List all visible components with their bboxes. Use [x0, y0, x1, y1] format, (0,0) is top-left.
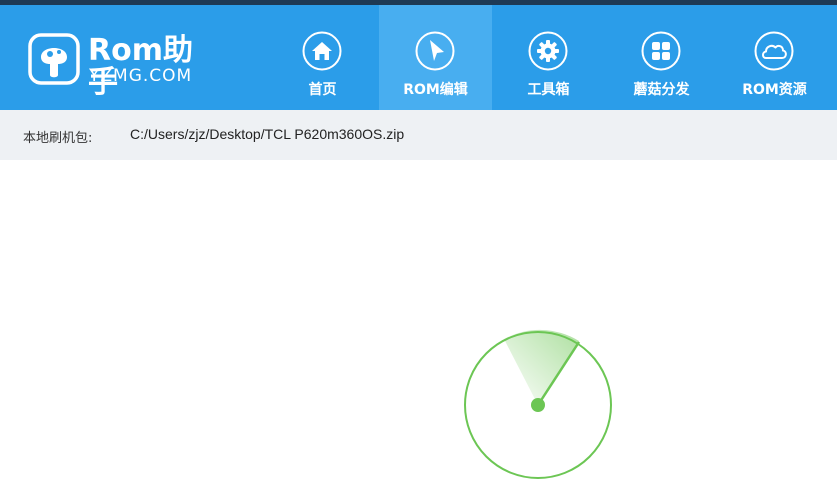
tab-home[interactable]: 首页 [266, 5, 379, 110]
gear-icon [528, 31, 568, 71]
tab-mogu-distribute[interactable]: 蘑菇分发 [605, 5, 718, 110]
tab-toolbox[interactable]: 工具箱 [492, 5, 605, 110]
local-package-path: C:/Users/zjz/Desktop/TCL P620m360OS.zip [130, 126, 405, 142]
main-nav: 首页 ROM编辑 工具箱 蘑菇分发 ROM资源 [266, 5, 831, 110]
grid-icon [641, 31, 681, 71]
tab-rom-edit[interactable]: ROM编辑 [379, 5, 492, 110]
cursor-arrow-icon [415, 31, 455, 71]
tab-rom-edit-label: ROM编辑 [403, 82, 468, 98]
tab-toolbox-label: 工具箱 [527, 82, 570, 98]
local-package-label: 本地刷机包: [23, 131, 93, 146]
app-logo: Rom助手 YZMG.COM [28, 33, 218, 99]
tab-home-label: 首页 [308, 82, 337, 98]
local-package-bar: 本地刷机包: C:/Users/zjz/Desktop/TCL P620m360… [0, 110, 837, 160]
mushroom-logo-icon [28, 33, 80, 85]
logo-site: YZMG.COM [89, 66, 193, 86]
tab-rom-resources-label: ROM资源 [742, 82, 807, 98]
home-icon [302, 31, 342, 71]
cloud-icon [754, 31, 794, 71]
radar-spinner-icon [464, 329, 612, 479]
tab-rom-resources[interactable]: ROM资源 [718, 5, 831, 110]
tab-mogu-distribute-label: 蘑菇分发 [633, 82, 690, 98]
app-header: Rom助手 YZMG.COM 首页 ROM编辑 工具箱 蘑菇分发 ROM资源 [0, 5, 837, 110]
